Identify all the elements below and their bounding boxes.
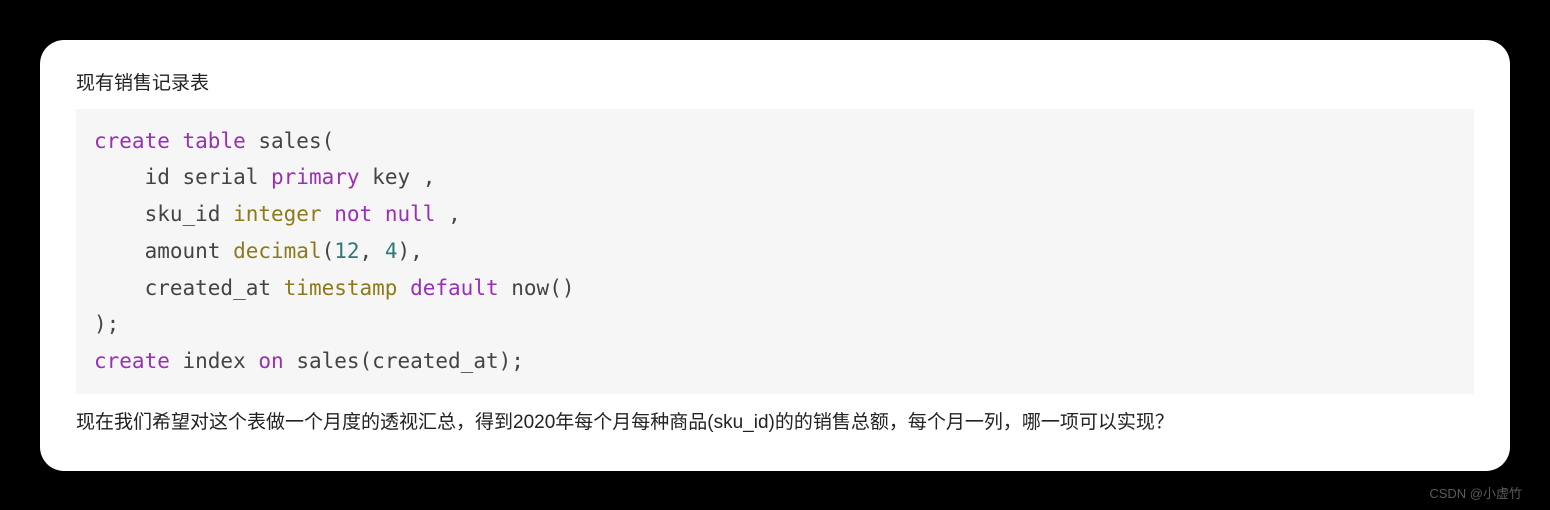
code-text: , — [435, 202, 460, 226]
watermark: CSDN @小虚竹 — [1429, 483, 1522, 502]
kw-timestamp: timestamp — [284, 276, 398, 300]
code-text: created_at — [94, 276, 284, 300]
intro-text: 现有销售记录表 — [76, 70, 1474, 99]
code-text: , — [360, 239, 385, 263]
outro-text: 现在我们希望对这个表做一个月度的透视汇总，得到2020年每个月每种商品(sku_… — [76, 406, 1474, 439]
kw-null: null — [385, 202, 436, 226]
code-line-1: create table sales( — [94, 129, 334, 153]
kw-not: not — [334, 202, 372, 226]
code-line-3: sku_id integer not null , — [94, 202, 461, 226]
code-text: index — [170, 349, 259, 373]
code-text: ); — [94, 312, 119, 336]
kw-integer: integer — [233, 202, 322, 226]
kw-decimal: decimal — [233, 239, 322, 263]
code-text: ( — [322, 239, 335, 263]
code-text: amount — [94, 239, 233, 263]
code-line-4: amount decimal(12, 4), — [94, 239, 423, 263]
code-text: id serial — [94, 165, 271, 189]
code-line-2: id serial primary key , — [94, 165, 435, 189]
code-text: ), — [398, 239, 423, 263]
code-line-7: create index on sales(created_at); — [94, 349, 524, 373]
kw-default: default — [410, 276, 499, 300]
kw-table: table — [183, 129, 246, 153]
code-text: key , — [360, 165, 436, 189]
code-line-5: created_at timestamp default now() — [94, 276, 574, 300]
kw-create: create — [94, 349, 170, 373]
code-block: create table sales( id serial primary ke… — [76, 109, 1474, 394]
code-text: sales(created_at); — [284, 349, 524, 373]
code-text: sku_id — [94, 202, 233, 226]
kw-create: create — [94, 129, 170, 153]
kw-on: on — [258, 349, 283, 373]
code-text: sales( — [246, 129, 335, 153]
kw-primary: primary — [271, 165, 360, 189]
code-text: now() — [499, 276, 575, 300]
content-card: 现有销售记录表 create table sales( id serial pr… — [40, 40, 1510, 471]
num-12: 12 — [334, 239, 359, 263]
code-line-6: ); — [94, 312, 119, 336]
num-4: 4 — [385, 239, 398, 263]
